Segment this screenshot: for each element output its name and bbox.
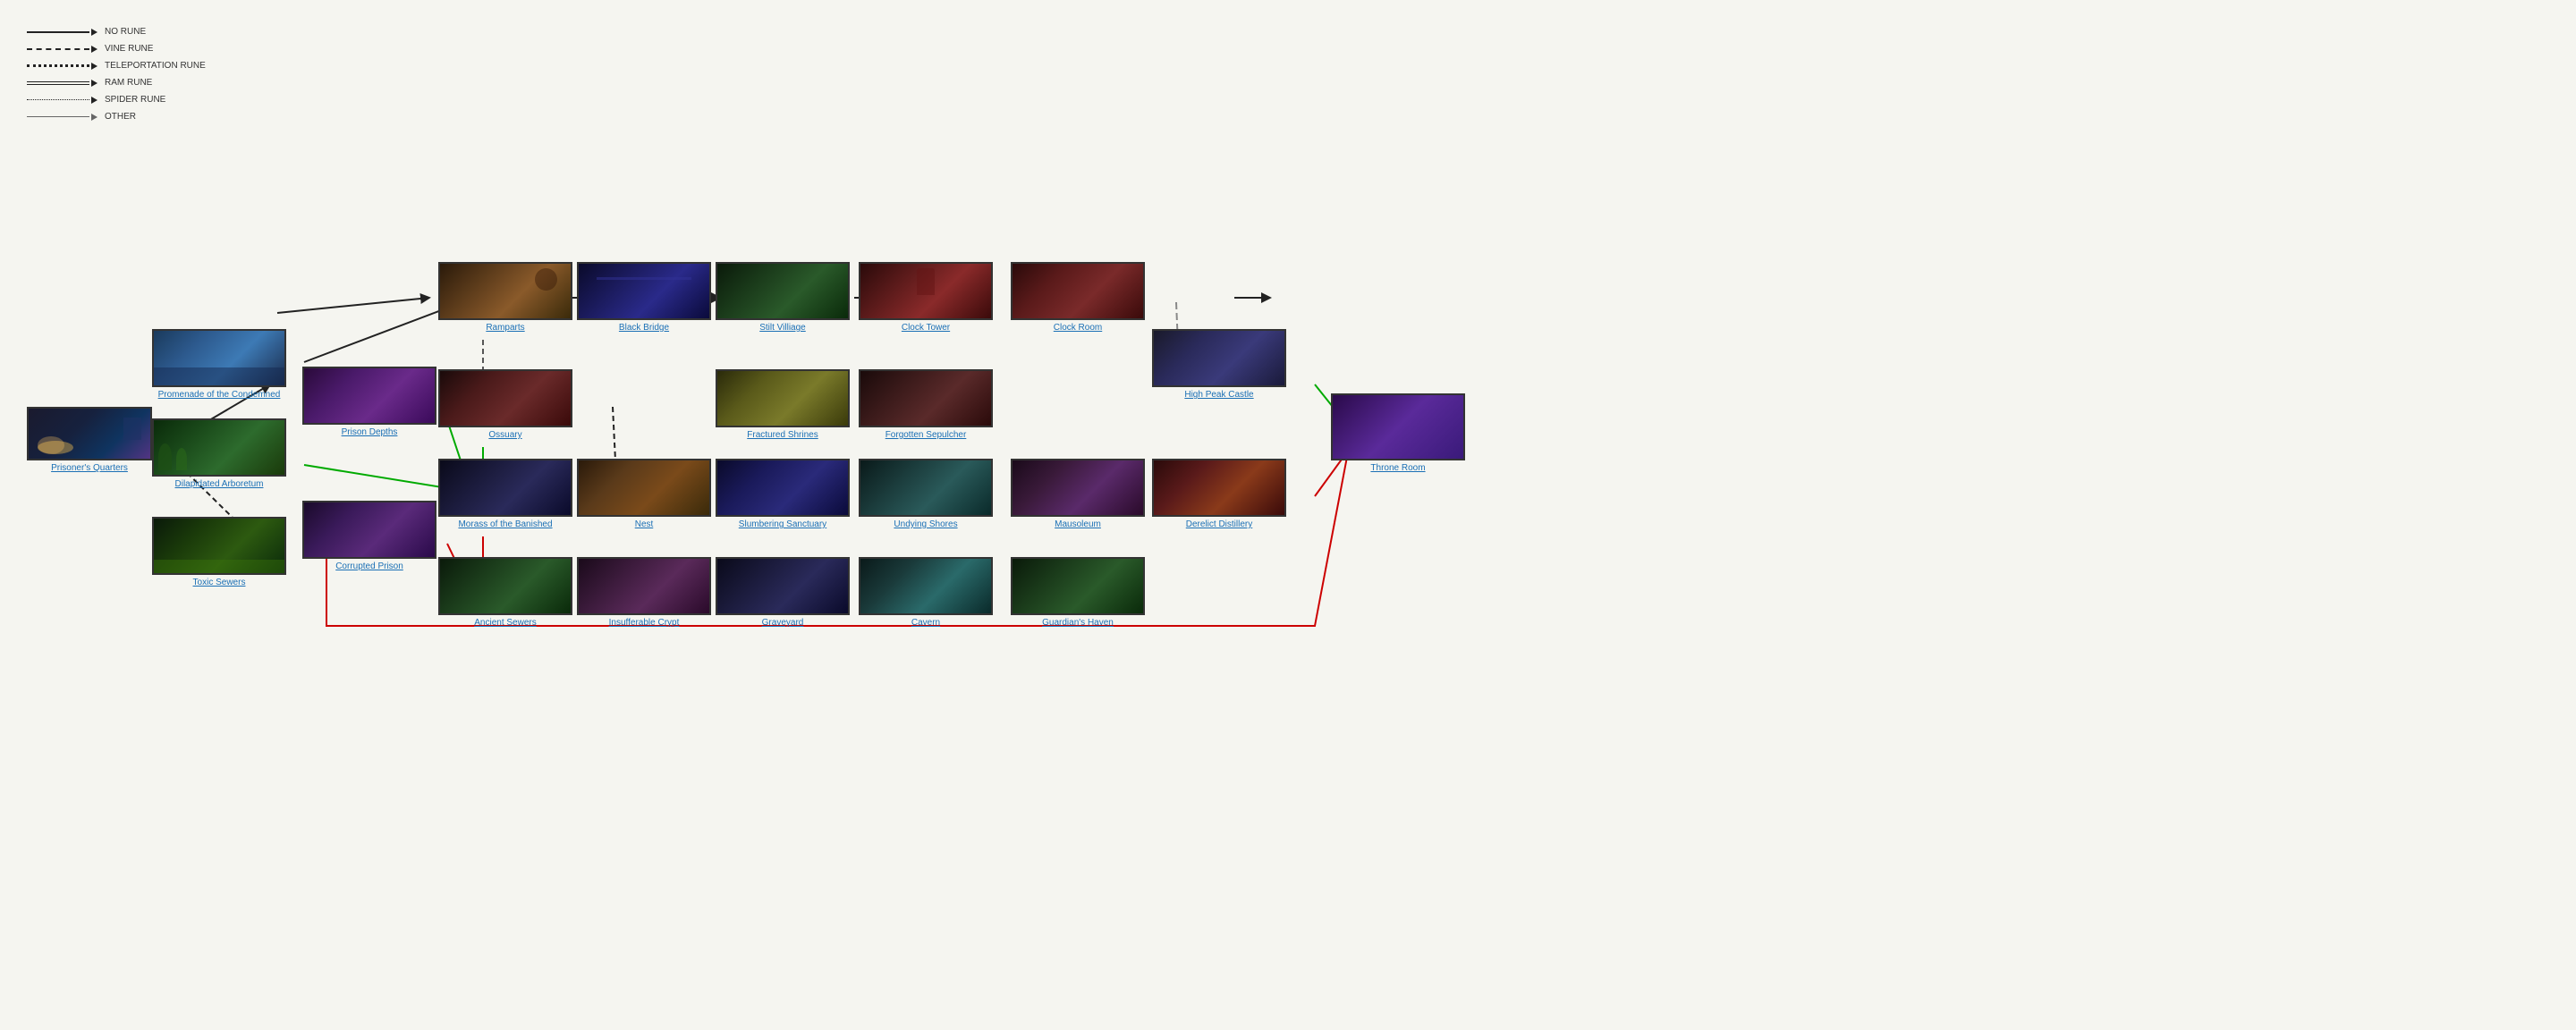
node-undying-shores[interactable]: Undying Shores bbox=[859, 459, 993, 529]
node-throne-room[interactable]: Throne Room bbox=[1331, 393, 1465, 473]
legend-item-teleportation-rune: TELEPORTATION RUNE bbox=[27, 61, 206, 71]
node-promenade[interactable]: Promenade of the Condemned bbox=[152, 329, 286, 400]
node-derelict-distillery[interactable]: Derelict Distillery bbox=[1152, 459, 1286, 529]
node-cavern[interactable]: Cavern bbox=[859, 557, 993, 628]
legend-item-other: OTHER bbox=[27, 112, 206, 122]
node-ancient-sewers[interactable]: Ancient Sewers bbox=[438, 557, 572, 628]
node-nest[interactable]: Nest bbox=[577, 459, 711, 529]
node-black-bridge[interactable]: Black Bridge bbox=[577, 262, 711, 333]
node-dilapidated[interactable]: Dilapidated Arboretum bbox=[152, 418, 286, 489]
node-slumbering[interactable]: Slumbering Sanctuary bbox=[716, 459, 850, 529]
node-ossuary[interactable]: Ossuary bbox=[438, 369, 572, 440]
node-morass[interactable]: Morass of the Banished bbox=[438, 459, 572, 529]
legend-item-vine-rune: VINE RUNE bbox=[27, 44, 206, 54]
legend-item-ram-rune: RAM RUNE bbox=[27, 78, 206, 88]
node-graveyard[interactable]: Graveyard bbox=[716, 557, 850, 628]
node-insufferable-crypt[interactable]: Insufferable Crypt bbox=[577, 557, 711, 628]
node-toxic-sewers[interactable]: Toxic Sewers bbox=[152, 517, 286, 587]
node-stilt-village[interactable]: Stilt Villiage bbox=[716, 262, 850, 333]
node-high-peak[interactable]: High Peak Castle bbox=[1152, 329, 1286, 400]
node-clock-tower[interactable]: Clock Tower bbox=[859, 262, 993, 333]
legend-item-spider-rune: SPIDER RUNE bbox=[27, 95, 206, 105]
legend: NO RUNE VINE RUNE TELEPORTATION RUNE RAM… bbox=[27, 27, 206, 122]
legend-item-no-rune: NO RUNE bbox=[27, 27, 206, 37]
node-fractured-shrines[interactable]: Fractured Shrines bbox=[716, 369, 850, 440]
node-corrupted-prison[interactable]: Corrupted Prison bbox=[302, 501, 436, 571]
node-guardians-haven[interactable]: Guardian's Haven bbox=[1011, 557, 1145, 628]
node-prison-depths[interactable]: Prison Depths bbox=[302, 367, 436, 437]
node-mausoleum[interactable]: Mausoleum bbox=[1011, 459, 1145, 529]
node-prisoners-quarters[interactable]: Prisoner's Quarters bbox=[27, 407, 152, 473]
node-forgotten-sepulcher[interactable]: Forgotten Sepulcher bbox=[859, 369, 993, 440]
node-clock-room[interactable]: Clock Room bbox=[1011, 262, 1145, 333]
node-ramparts[interactable]: Ramparts bbox=[438, 262, 572, 333]
